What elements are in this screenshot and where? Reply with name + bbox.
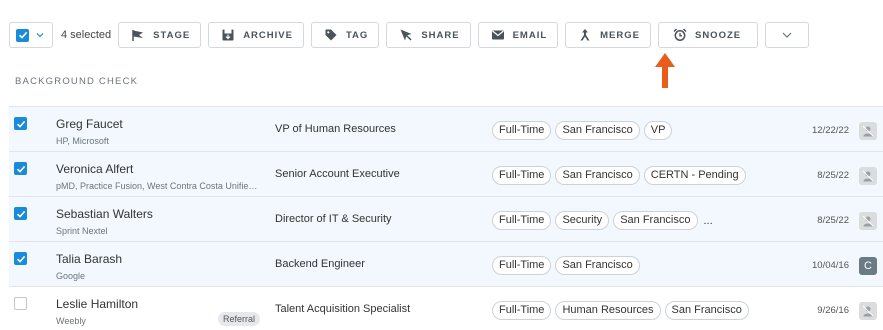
candidate-name[interactable]: Leslie Hamilton <box>56 297 138 311</box>
row-checkbox[interactable] <box>14 252 27 265</box>
archive-icon <box>222 29 234 41</box>
tag-list: Full-Time San Francisco CERTN - Pending <box>492 166 750 185</box>
tag[interactable]: San Francisco <box>664 301 749 320</box>
candidate-companies: Google <box>56 271 86 281</box>
candidate-role: Backend Engineer <box>275 258 365 270</box>
date: 8/25/22 <box>817 170 849 181</box>
more-tags[interactable]: ... <box>704 215 713 227</box>
stage-button[interactable]: STAGE <box>118 22 202 48</box>
alarm-clock-icon <box>673 28 687 41</box>
flag-icon <box>132 30 144 41</box>
person-icon <box>862 125 874 137</box>
snooze-label: SNOOZE <box>694 29 742 41</box>
merge-button[interactable]: MERGE <box>565 22 651 48</box>
person-icon <box>862 215 874 227</box>
referral-badge: Referral <box>218 312 261 326</box>
date: 8/25/22 <box>817 215 849 226</box>
selected-count: 4 selected <box>61 29 112 41</box>
bulk-action-toolbar: 4 selected STAGE ARCHIVE TAG SHARE EMAIL… <box>9 22 810 48</box>
date: 12/22/22 <box>812 125 849 136</box>
tag[interactable]: San Francisco <box>613 211 698 230</box>
candidate-name[interactable]: Veronica Alfert <box>56 162 133 176</box>
avatar[interactable] <box>859 212 877 230</box>
tag[interactable]: Human Resources <box>555 301 661 320</box>
tag[interactable]: Full-Time <box>492 121 552 140</box>
chevron-down-icon <box>36 33 44 38</box>
merge-label: MERGE <box>600 29 640 41</box>
share-button[interactable]: SHARE <box>386 22 471 48</box>
tag[interactable]: Full-Time <box>492 211 552 230</box>
candidate-name[interactable]: Talia Barash <box>56 252 122 266</box>
tag[interactable]: San Francisco <box>555 166 640 185</box>
candidate-role: Director of IT & Security <box>275 213 392 225</box>
tag-list: Full-Time San Francisco VP <box>492 121 676 140</box>
row-checkbox[interactable] <box>14 207 27 220</box>
select-all-checkbox[interactable] <box>16 28 29 42</box>
candidate-role: VP of Human Resources <box>275 123 396 135</box>
row-checkbox[interactable] <box>14 117 27 130</box>
candidate-companies: pMD, Practice Fusion, West Contra Costa … <box>56 181 261 191</box>
candidate-role: Talent Acquisition Specialist <box>275 303 411 315</box>
person-icon <box>862 305 874 317</box>
stage-label: STAGE <box>153 29 191 41</box>
candidate-role: Senior Account Executive <box>275 168 400 180</box>
list-item[interactable]: Talia Barash Google Backend Engineer Ful… <box>9 242 883 287</box>
tag-button[interactable]: TAG <box>310 22 380 48</box>
email-button[interactable]: EMAIL <box>477 22 559 48</box>
avatar[interactable]: C <box>859 257 877 275</box>
row-checkbox[interactable] <box>14 162 27 175</box>
select-all-dropdown[interactable] <box>9 22 53 48</box>
candidate-companies: HP, Microsoft <box>56 136 109 146</box>
tag[interactable]: Full-Time <box>492 301 552 320</box>
date: 9/26/16 <box>817 305 849 316</box>
candidate-list: Greg Faucet HP, Microsoft VP of Human Re… <box>9 106 883 330</box>
candidate-name[interactable]: Sebastian Walters <box>56 207 153 221</box>
list-item[interactable]: Sebastian Walters Sprint Nextel Director… <box>9 197 883 242</box>
email-icon <box>491 30 504 40</box>
merge-icon <box>580 29 590 41</box>
chevron-down-icon <box>782 32 792 38</box>
list-item[interactable]: Greg Faucet HP, Microsoft VP of Human Re… <box>9 107 883 152</box>
candidate-companies: Sprint Nextel <box>56 226 108 236</box>
tag-list: Full-Time San Francisco <box>492 256 644 275</box>
person-icon <box>862 170 874 182</box>
avatar[interactable] <box>859 122 877 140</box>
tag-list: Full-Time Human Resources San Francisco <box>492 301 753 320</box>
tag[interactable]: CERTN - Pending <box>643 166 746 185</box>
email-label: EMAIL <box>512 29 548 41</box>
avatar[interactable] <box>859 302 877 320</box>
list-item[interactable]: Veronica Alfert pMD, Practice Fusion, We… <box>9 152 883 197</box>
tag[interactable]: Security <box>555 211 610 230</box>
pointer-arrow-icon <box>655 53 675 88</box>
share-icon <box>400 29 412 41</box>
list-item[interactable]: Leslie Hamilton Weebly Referral Talent A… <box>9 287 883 330</box>
tag-list: Full-Time Security San Francisco ... <box>492 211 713 230</box>
row-checkbox[interactable] <box>14 297 27 310</box>
candidate-name[interactable]: Greg Faucet <box>56 117 123 131</box>
tag-label: TAG <box>345 29 369 41</box>
section-title: BACKGROUND CHECK <box>15 76 139 87</box>
snooze-button[interactable]: SNOOZE <box>657 22 759 48</box>
tag-icon <box>325 29 337 41</box>
tag[interactable]: Full-Time <box>492 166 552 185</box>
date: 10/04/16 <box>812 260 849 271</box>
archive-label: ARCHIVE <box>243 29 293 41</box>
candidate-companies: Weebly <box>56 316 86 326</box>
tag[interactable]: San Francisco <box>555 121 640 140</box>
share-label: SHARE <box>421 29 460 41</box>
tag[interactable]: VP <box>643 121 673 140</box>
tag[interactable]: Full-Time <box>492 256 552 275</box>
archive-button[interactable]: ARCHIVE <box>208 22 304 48</box>
tag[interactable]: San Francisco <box>555 256 640 275</box>
avatar[interactable] <box>859 167 877 185</box>
more-actions-button[interactable] <box>765 22 810 48</box>
